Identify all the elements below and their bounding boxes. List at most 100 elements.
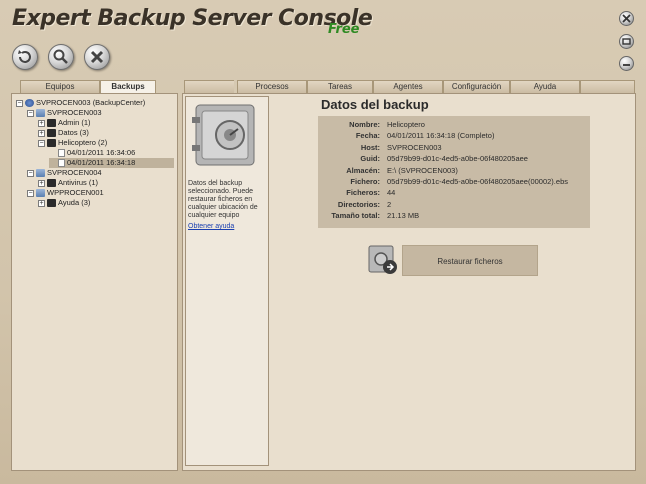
tree-item[interactable]: − SVPROCEN003: [27, 108, 102, 118]
help-link[interactable]: Obtener ayuda: [188, 223, 234, 230]
tree-item-label: Antivirus (1): [58, 178, 99, 187]
details-heading: Datos del backup: [321, 97, 429, 112]
detail-key: Ficheros:: [346, 188, 380, 198]
backup-details-table: Nombre: Helicoptero Fecha: 04/01/2011 16:34…: [318, 116, 590, 228]
tab-tareas[interactable]: Tareas: [307, 80, 373, 93]
window-close-button[interactable]: [619, 11, 634, 26]
doc-icon: [58, 149, 65, 157]
detail-row: Fichero: 05d79b99-d01c-4ed5-a0be-06f48020…: [318, 176, 588, 187]
tree-item[interactable]: 04/01/2011 16:34:06: [49, 148, 135, 158]
tree-item[interactable]: + Ayuda (3): [38, 198, 90, 208]
server-icon: [36, 109, 45, 117]
detail-value: SVPROCEN003: [387, 142, 442, 152]
close-icon: [90, 50, 104, 64]
tree-item[interactable]: + Antivirus (1): [38, 178, 98, 188]
tree-expander[interactable]: −: [27, 109, 34, 117]
detail-row: Nombre: Helicoptero: [318, 119, 588, 130]
tab-configuracion[interactable]: Configuración: [443, 80, 510, 93]
tree-item-label: 04/01/2011 16:34:18: [67, 158, 136, 167]
minimize-icon: [623, 64, 630, 66]
tree-item[interactable]: − Helicoptero (2): [38, 138, 107, 148]
detail-key: Directorios:: [337, 199, 380, 209]
detail-value: 2: [387, 199, 392, 209]
detail-value: 44: [387, 188, 396, 198]
detail-row: Guid: 05d79b99-d01c-4ed5-a0be-06f480205ae…: [318, 153, 588, 164]
maximize-icon: [622, 38, 631, 45]
tree-item[interactable]: + Admin (1): [38, 118, 91, 128]
detail-key: Fecha:: [355, 131, 380, 141]
disk-icon: [47, 139, 56, 147]
disk-icon: [47, 129, 56, 137]
edition-label: Free: [328, 22, 360, 37]
tree-item[interactable]: 04/01/2011 16:34:18: [49, 158, 174, 168]
search-icon: [53, 49, 68, 64]
detail-value: E:\ (SVPROCEN003): [387, 165, 458, 175]
detail-row: Almacén: E:\ (SVPROCEN003): [318, 165, 588, 176]
tree-expander[interactable]: +: [38, 179, 45, 187]
tab-ayuda[interactable]: Ayuda: [510, 80, 580, 93]
tab-procesos[interactable]: Procesos: [237, 80, 307, 93]
refresh-button[interactable]: [12, 44, 38, 70]
tab-spacer: [184, 80, 234, 93]
server-icon: [36, 189, 45, 197]
backup-tree-panel: − SVPROCEN003 (BackupCenter) − SVPROCEN003 +…: [11, 93, 178, 471]
server-icon: [36, 169, 45, 177]
restore-safe-icon: [368, 245, 397, 274]
tree-expander[interactable]: −: [16, 99, 23, 107]
tree-item-label: WPPROCEN001: [47, 188, 104, 197]
tree-item[interactable]: − SVPROCEN003 (BackupCenter): [16, 98, 145, 108]
tree-expander[interactable]: +: [38, 129, 45, 137]
detail-value: 21.13 MB: [387, 211, 420, 221]
tree-item[interactable]: − SVPROCEN004: [27, 168, 102, 178]
window-maximize-button[interactable]: [619, 34, 634, 49]
tab-equipos[interactable]: Equipos: [20, 80, 100, 93]
detail-row: Tamaño total: 21.13 MB: [318, 210, 588, 221]
tree-item-label: 04/01/2011 16:34:06: [67, 148, 136, 157]
tree-item[interactable]: + Datos (3): [38, 128, 89, 138]
tree-expander[interactable]: −: [27, 189, 34, 197]
detail-value: 05d79b99-d01c-4ed5-a0be-06f480205aee(000…: [387, 177, 568, 186]
tree-expander[interactable]: +: [38, 199, 45, 207]
window-minimize-button[interactable]: [619, 56, 634, 71]
tree-item-label: SVPROCEN004: [47, 168, 102, 177]
detail-row: Ficheros: 44: [318, 187, 588, 198]
detail-row: Directorios: 2: [318, 199, 588, 210]
detail-key: Nombre:: [349, 120, 380, 129]
safe-icon: [192, 104, 255, 166]
doc-icon: [58, 159, 65, 167]
tree-item-label: Helicoptero (2): [58, 138, 108, 147]
detail-key: Fichero:: [350, 177, 380, 186]
tree-item-label: SVPROCEN003: [47, 108, 102, 117]
tree-expander[interactable]: +: [38, 119, 45, 127]
side-description: Datos del backup seleccionado. Puede res…: [188, 180, 258, 219]
detail-value: 04/01/2011 16:34:18 (Completo): [387, 131, 495, 141]
detail-row: Fecha: 04/01/2011 16:34:18 (Completo): [318, 130, 588, 141]
delete-button[interactable]: [84, 44, 110, 70]
side-info-panel: Datos del backup seleccionado. Puede res…: [185, 96, 269, 466]
detail-value: Helicoptero: [387, 120, 425, 129]
detail-key: Host:: [360, 142, 380, 152]
restore-files-button[interactable]: Restaurar ficheros: [402, 245, 538, 276]
detail-key: Almacén:: [346, 165, 380, 175]
disk-icon: [47, 179, 56, 187]
tree-item-label: Ayuda (3): [58, 198, 91, 207]
tree-item-label: SVPROCEN003 (BackupCenter): [36, 98, 146, 107]
tree-expander[interactable]: −: [38, 139, 45, 147]
detail-key: Guid:: [360, 154, 380, 164]
tab-backups[interactable]: Backups: [100, 80, 156, 93]
tab-agentes[interactable]: Agentes: [373, 80, 443, 93]
tree-item[interactable]: − WPPROCEN001: [27, 188, 104, 198]
detail-row: Host: SVPROCEN003: [318, 142, 588, 153]
detail-value: 05d79b99-d01c-4ed5-a0be-06f480205aee: [387, 154, 528, 164]
tree-item-label: Admin (1): [58, 118, 91, 127]
tree-item-label: Datos (3): [58, 128, 89, 137]
app-title: Expert Backup Server Console: [12, 6, 373, 31]
close-icon: [622, 14, 631, 23]
refresh-icon: [18, 50, 31, 63]
tree-expander[interactable]: −: [27, 169, 34, 177]
disk-icon: [47, 199, 56, 207]
tab-end: [580, 80, 635, 93]
detail-key: Tamaño total:: [331, 211, 380, 221]
network-icon: [25, 99, 34, 107]
search-button[interactable]: [48, 44, 74, 70]
